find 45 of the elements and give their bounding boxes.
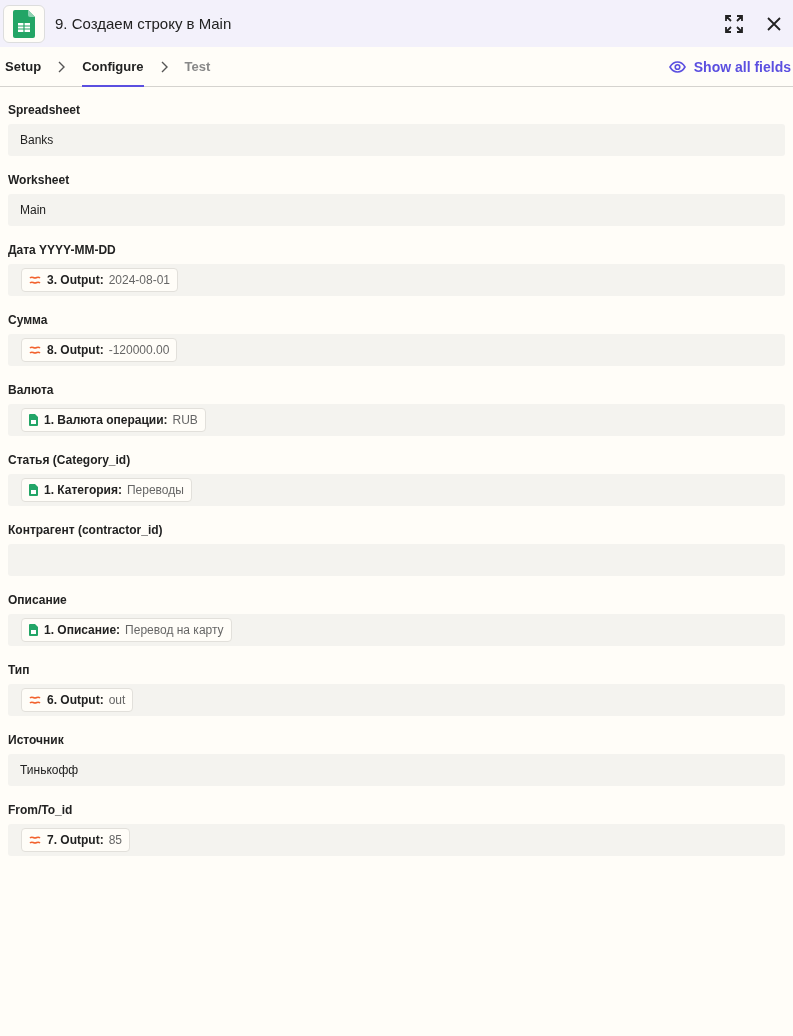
spreadsheet-icon [29,414,38,426]
mapped-value-chip[interactable]: 1. Описание: Перевод на карту [21,618,232,642]
field-label: Spreadsheet [8,103,82,117]
field-label: From/To_id [8,803,74,817]
field-label: Дата YYYY-MM-DD [8,243,117,257]
expand-icon[interactable] [725,14,743,33]
wavy-lines-icon [29,275,41,285]
input-field[interactable]: Main [8,194,785,226]
mapped-value-chip[interactable]: 6. Output: out [21,688,134,712]
field-label: Тип [8,663,31,677]
input-field[interactable]: Тинькофф [8,754,785,786]
field-label: Валюта [8,383,55,397]
mapped-value-chip[interactable]: 7. Output: 85 [21,828,130,852]
input-field[interactable]: 8. Output: -120000.00 [8,334,785,366]
spreadsheet-app-icon [3,4,45,43]
chevron-right-icon [160,60,168,73]
wavy-lines-icon [29,695,41,705]
input-field[interactable]: 1. Описание: Перевод на карту [8,614,785,646]
spreadsheet-icon [29,484,38,496]
input-field[interactable]: 1. Валюта операции: RUB [8,404,785,436]
mapped-value-chip[interactable]: 1. Валюта операции: RUB [21,408,206,432]
field-label: Сумма [8,313,49,327]
input-field[interactable]: 7. Output: 85 [8,824,785,856]
chevron-right-icon [58,60,66,73]
input-field[interactable]: 1. Категория: Переводы [8,474,785,506]
wavy-lines-icon [29,345,41,355]
show-all-fields-link[interactable]: Show all fields [668,47,791,86]
step-tab[interactable]: Configure [82,47,144,87]
field-label: Описание [8,593,68,607]
field-label: Статья (Category_id) [8,453,132,467]
close-icon[interactable] [767,16,781,31]
spreadsheet-icon [29,624,38,636]
mapped-value-chip[interactable]: 3. Output: 2024-08-01 [21,268,179,292]
field-label: Контрагент (contractor_id) [8,523,164,537]
input-field[interactable]: Banks [8,124,785,156]
mapped-value-chip[interactable]: 8. Output: -120000.00 [21,338,178,362]
input-field[interactable]: 3. Output: 2024-08-01 [8,264,785,296]
field-label: Worksheet [8,173,71,187]
eye-icon [668,60,686,73]
panel-title: 9. Создаем строку в Main [55,15,232,32]
mapped-value-chip[interactable]: 1. Категория: Переводы [21,478,192,502]
field-label: Источник [8,733,65,747]
wavy-lines-icon [29,835,41,845]
step-tab[interactable]: Setup [5,47,42,87]
input-field[interactable]: 6. Output: out [8,684,785,716]
